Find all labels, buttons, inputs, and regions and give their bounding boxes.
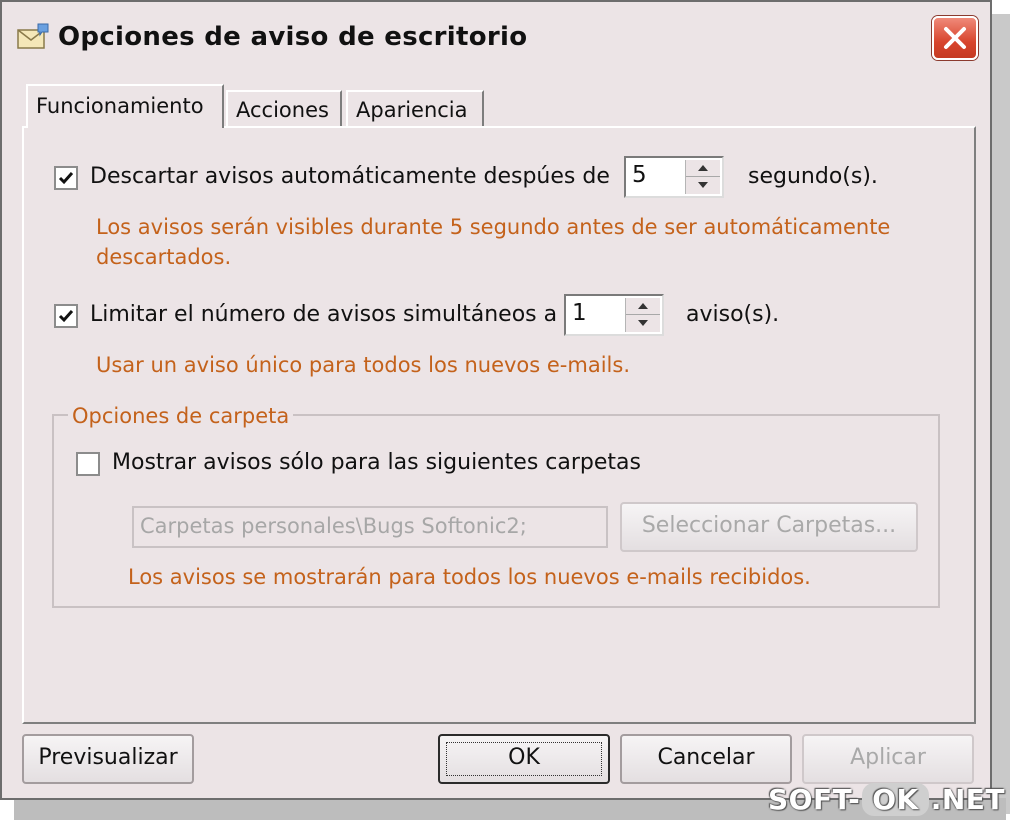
window-shadow-right xyxy=(990,14,1010,814)
limit-label[interactable]: Limitar el número de avisos simultáneos … xyxy=(90,302,557,327)
folder-options-legend: Opciones de carpeta xyxy=(68,404,294,428)
watermark: SOFT- OK .NET xyxy=(768,783,1005,827)
dismiss-checkbox[interactable] xyxy=(54,166,78,190)
dismiss-note-line2: descartados. xyxy=(96,245,232,269)
title-bar[interactable]: Opciones de aviso de escritorio xyxy=(2,2,990,72)
dismiss-seconds-value: 5 xyxy=(632,162,647,188)
select-folders-label: Seleccionar Carpetas... xyxy=(641,513,897,538)
checkmark-icon xyxy=(58,310,74,323)
tab-apariencia-label: Apariencia xyxy=(356,98,468,122)
limit-note: Usar un aviso único para todos los nuevo… xyxy=(96,353,630,377)
close-icon xyxy=(944,27,966,49)
preview-label: Previsualizar xyxy=(38,745,178,770)
ok-label: OK xyxy=(508,745,540,770)
dismiss-unit: segundo(s). xyxy=(748,164,878,189)
window-title: Opciones de aviso de escritorio xyxy=(58,22,528,52)
arrow-up-icon xyxy=(638,303,648,309)
tab-acciones[interactable]: Acciones xyxy=(226,90,342,128)
arrow-up-icon xyxy=(698,165,708,171)
watermark-right: .NET xyxy=(930,783,1005,816)
arrow-down-icon xyxy=(638,320,648,326)
dismiss-label[interactable]: Descartar avisos automáticamente despúes… xyxy=(90,164,610,189)
limit-count-spinner[interactable]: 1 xyxy=(564,294,664,336)
spinner-up-button[interactable] xyxy=(686,160,720,177)
tab-apariencia[interactable]: Apariencia xyxy=(346,90,484,128)
cancel-label: Cancelar xyxy=(657,745,755,770)
folders-path-value: Carpetas personales\Bugs Softonic2; xyxy=(140,514,527,538)
close-button[interactable] xyxy=(932,16,978,60)
cancel-button[interactable]: Cancelar xyxy=(620,734,792,784)
dialog-window: Opciones de aviso de escritorio Funciona… xyxy=(0,0,992,800)
folders-note: Los avisos se mostrarán para todos los n… xyxy=(128,565,811,589)
apply-label: Aplicar xyxy=(850,745,926,770)
watermark-left: SOFT- xyxy=(768,783,861,816)
tab-acciones-label: Acciones xyxy=(236,98,329,122)
apply-button[interactable]: Aplicar xyxy=(802,734,974,784)
arrow-down-icon xyxy=(698,182,708,188)
limit-unit: aviso(s). xyxy=(686,302,780,327)
envelope-notice-icon xyxy=(16,22,50,52)
folders-only-checkbox[interactable] xyxy=(76,452,100,476)
select-folders-button[interactable]: Seleccionar Carpetas... xyxy=(620,502,918,552)
dismiss-seconds-spinner[interactable]: 5 xyxy=(624,156,724,198)
watermark-mid: OK xyxy=(862,783,929,816)
tab-funcionamiento-label: Funcionamiento xyxy=(36,94,204,118)
limit-checkbox[interactable] xyxy=(54,304,78,328)
preview-button[interactable]: Previsualizar xyxy=(22,734,194,784)
spinner-down-button[interactable] xyxy=(626,315,660,332)
spinner-down-button[interactable] xyxy=(686,177,720,194)
folders-only-label[interactable]: Mostrar avisos sólo para las siguientes … xyxy=(112,450,641,475)
tab-funcionamiento[interactable]: Funcionamiento xyxy=(26,84,224,128)
ok-button[interactable]: OK xyxy=(438,734,610,784)
limit-count-value: 1 xyxy=(572,300,587,326)
dismiss-note-line1: Los avisos serán visibles durante 5 segu… xyxy=(96,215,891,239)
checkmark-icon xyxy=(58,172,74,185)
folders-path-field[interactable]: Carpetas personales\Bugs Softonic2; xyxy=(132,506,608,548)
spinner-up-button[interactable] xyxy=(626,298,660,315)
